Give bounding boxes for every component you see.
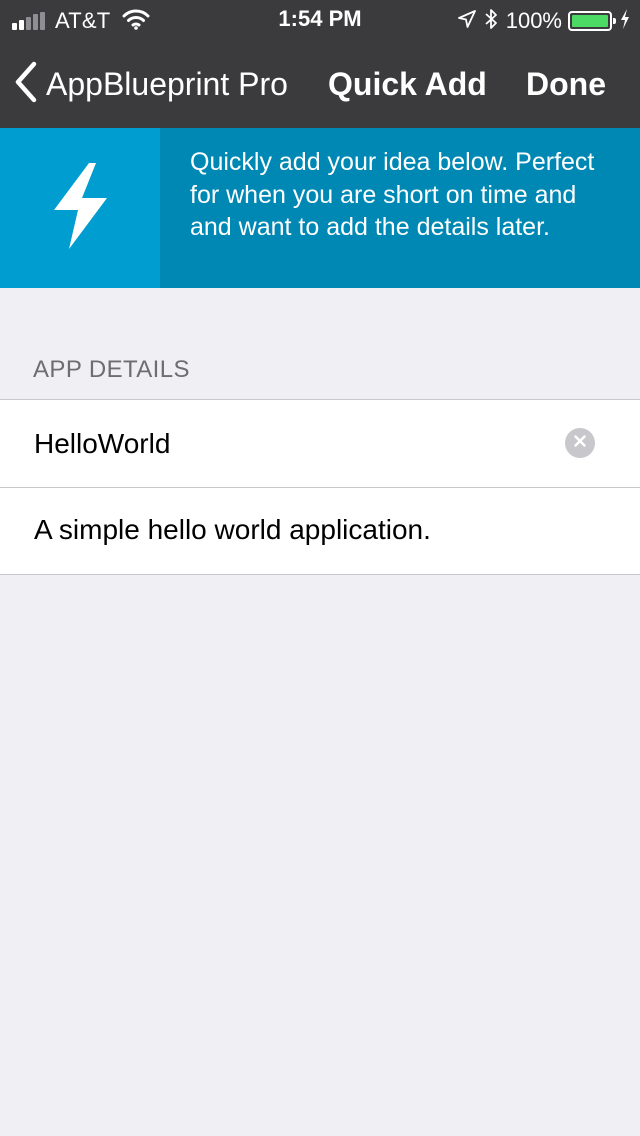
app-details-group: A simple hello world application. [0, 399, 640, 575]
bluetooth-icon [484, 8, 498, 35]
banner-icon-box [0, 128, 160, 288]
banner-text: Quickly add your idea below. Perfect for… [190, 148, 595, 241]
clear-x-icon [574, 434, 586, 452]
lightning-bolt-icon [51, 162, 109, 254]
chevron-left-icon [14, 61, 38, 108]
section-header-app-details: APP DETAILS [33, 356, 190, 383]
info-banner: Quickly add your idea below. Perfect for… [0, 128, 640, 288]
app-description-cell[interactable]: A simple hello world application. [0, 487, 640, 574]
battery-icon [568, 11, 616, 31]
status-right: 100% [450, 8, 630, 34]
navigation-bar: AppBlueprint Pro Quick Add Done [0, 40, 640, 128]
back-button-label: AppBlueprint Pro [46, 65, 288, 102]
location-arrow-icon [457, 9, 476, 33]
battery-fill [572, 15, 608, 27]
battery-percent: 100% [505, 8, 562, 33]
clear-text-button[interactable] [565, 428, 595, 458]
charging-bolt-icon [620, 8, 630, 34]
status-bar: AT&T 1:54 PM 100% [0, 0, 640, 40]
top-bar: AT&T 1:54 PM 100% AppBlueprint Pro Quick… [0, 0, 640, 128]
app-description-field[interactable]: A simple hello world application. [34, 514, 431, 546]
done-button[interactable]: Done [526, 66, 606, 103]
back-button[interactable]: AppBlueprint Pro [14, 61, 288, 108]
app-name-cell [0, 400, 640, 487]
page-title: Quick Add [328, 66, 487, 102]
app-name-field[interactable] [34, 400, 560, 487]
